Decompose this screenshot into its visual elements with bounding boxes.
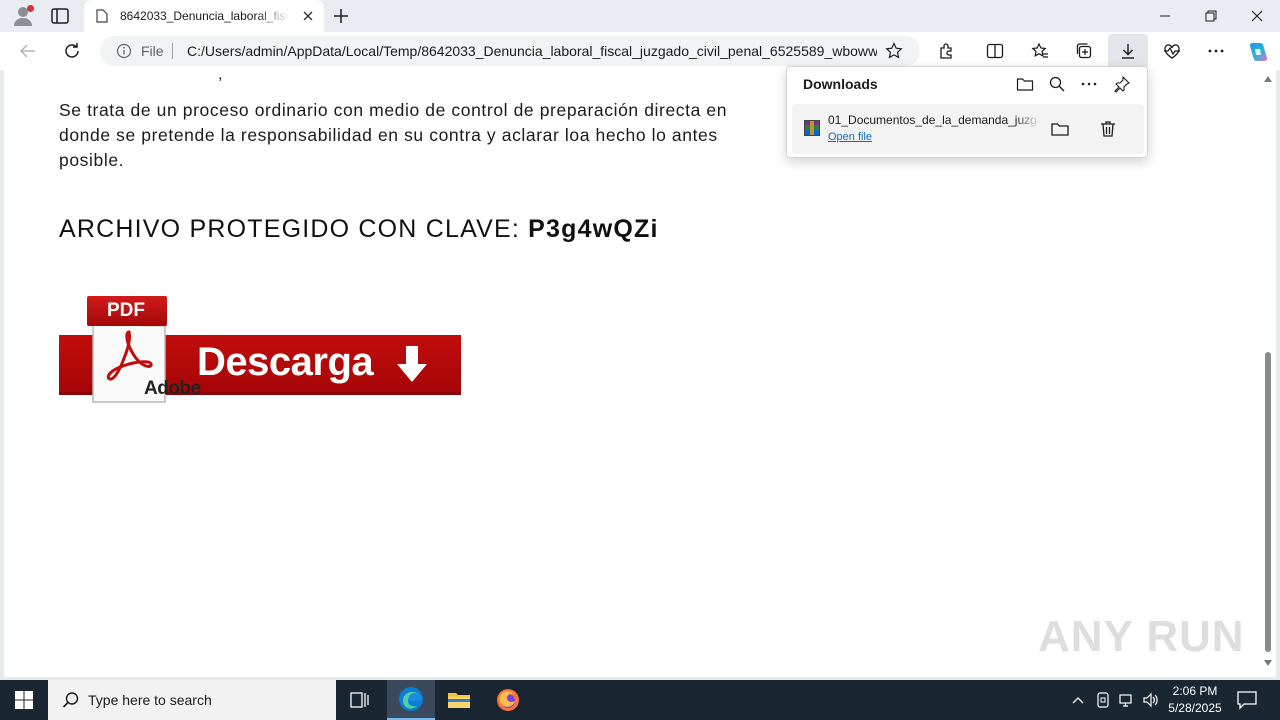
password-line: ARCHIVO PROTEGIDO CON CLAVE: P3g4wQZi	[59, 215, 659, 244]
pdf-download-banner[interactable]: Descarga PDF Adobe	[59, 292, 461, 408]
page-scrollbar[interactable]	[1260, 70, 1276, 677]
document-icon	[96, 9, 108, 23]
password-value: P3g4wQZi	[528, 215, 659, 243]
download-filename: 01_Documentos_de_la_demanda_juzgado	[828, 113, 1040, 127]
archive-file-icon	[804, 120, 820, 136]
network-icon	[1119, 694, 1132, 707]
pdf-document-icon: PDF Adobe	[85, 292, 201, 406]
divider	[172, 43, 173, 59]
trash-icon[interactable]	[1098, 119, 1118, 139]
notification-icon[interactable]	[1236, 690, 1258, 710]
collections-icon	[1076, 43, 1092, 59]
browser-essentials-button[interactable]	[1162, 41, 1182, 61]
download-icon	[1122, 44, 1134, 59]
downloads-panel: Downloads 01_Documentos_de_la_demanda_ju…	[786, 66, 1148, 158]
windows-logo-icon	[15, 691, 33, 709]
pin-icon[interactable]	[1113, 75, 1131, 93]
back-button[interactable]	[18, 41, 38, 61]
open-file-link[interactable]: Open file	[828, 131, 872, 143]
info-icon[interactable]	[116, 43, 132, 59]
password-label: ARCHIVO PROTEGIDO CON CLAVE:	[59, 215, 520, 243]
show-in-folder-icon[interactable]	[1050, 119, 1070, 139]
close-window-button[interactable]	[1234, 0, 1280, 32]
taskbar-search[interactable]: Type here to search	[48, 680, 336, 720]
favorites-icon	[1031, 42, 1048, 58]
clock-date: 5/28/2025	[1168, 701, 1222, 715]
taskbar-firefox[interactable]	[484, 680, 532, 720]
tab-title: 8642033_Denuncia_laboral_fiscal_juzgado_…	[120, 9, 290, 23]
page-content: , Se trata de un proceso ordinario con m…	[4, 70, 1260, 677]
tray-volume-button[interactable]	[1141, 690, 1161, 710]
pdf-label: PDF	[107, 300, 145, 321]
restore-button[interactable]	[1188, 0, 1234, 32]
favorites-button[interactable]	[1030, 41, 1050, 61]
chevron-up-icon	[1072, 697, 1084, 704]
title-bar: 8642033_Denuncia_laboral_fiscal_juzgado_…	[0, 0, 1280, 32]
down-arrow-icon	[397, 346, 427, 382]
back-icon	[19, 44, 35, 58]
tray-device-button[interactable]	[1093, 690, 1113, 710]
search-icon	[62, 692, 79, 708]
close-icon	[1251, 10, 1263, 22]
more-button[interactable]	[1206, 41, 1226, 61]
show-hidden-icons-button[interactable]	[1068, 690, 1088, 710]
taskbar-edge[interactable]	[387, 680, 435, 720]
description-paragraph: Se trata de un proceso ordinario con med…	[59, 100, 728, 170]
profile-alert-badge	[27, 5, 34, 12]
extensions-icon	[940, 43, 952, 59]
download-item[interactable]: 01_Documentos_de_la_demanda_juzgado Open…	[792, 104, 1144, 154]
extensions-button[interactable]	[937, 41, 957, 61]
minimize-icon	[1160, 15, 1170, 17]
taskbar-file-explorer[interactable]	[435, 680, 483, 720]
taskbar: Type here to search 2:06 PM 5/28/2025	[0, 680, 1280, 720]
scroll-down-icon[interactable]	[1264, 660, 1272, 666]
plus-icon[interactable]	[332, 7, 350, 25]
split-screen-icon	[986, 43, 1004, 59]
url-text[interactable]: C:/Users/admin/AppData/Local/Temp/864203…	[187, 43, 877, 59]
browser-essentials-icon	[1164, 44, 1180, 59]
search-icon[interactable]	[1048, 75, 1066, 93]
folder-icon[interactable]	[1016, 75, 1034, 93]
task-view-button[interactable]	[336, 680, 384, 720]
browser-toolbar: File C:/Users/admin/AppData/Local/Temp/8…	[0, 32, 1280, 70]
minimize-button[interactable]	[1142, 0, 1188, 32]
folder-icon	[448, 693, 470, 708]
restore-icon	[1205, 10, 1217, 22]
refresh-button[interactable]	[62, 41, 82, 61]
copilot-icon[interactable]	[1246, 41, 1268, 63]
close-icon[interactable]	[300, 8, 316, 24]
task-view-icon	[350, 692, 369, 708]
volume-icon	[1143, 692, 1158, 708]
tab-actions-icon[interactable]	[50, 7, 70, 25]
star-icon[interactable]	[885, 42, 903, 60]
adobe-label: Adobe	[144, 378, 201, 399]
downloads-title: Downloads	[803, 76, 878, 92]
scheme-label: File	[141, 43, 164, 59]
collections-button[interactable]	[1074, 41, 1094, 61]
download-label: Descarga	[197, 340, 374, 384]
tray-network-button[interactable]	[1117, 690, 1137, 710]
edge-icon	[399, 687, 423, 711]
browser-tab[interactable]: 8642033_Denuncia_laboral_fiscal_juzgado_…	[84, 0, 324, 32]
more-icon[interactable]	[1080, 75, 1098, 93]
scroll-up-icon[interactable]	[1264, 76, 1272, 82]
taskbar-clock[interactable]: 2:06 PM 5/28/2025	[1162, 683, 1228, 717]
more-icon	[1208, 49, 1224, 53]
clock-time: 2:06 PM	[1172, 684, 1218, 698]
address-bar[interactable]: File C:/Users/admin/AppData/Local/Temp/8…	[100, 36, 920, 66]
search-placeholder: Type here to search	[88, 692, 212, 708]
clipped-text-fragment: ,	[218, 70, 223, 83]
refresh-icon	[65, 43, 79, 58]
device-icon	[1097, 692, 1109, 708]
downloads-button[interactable]	[1108, 34, 1148, 68]
start-button[interactable]	[0, 680, 48, 720]
scrollbar-thumb[interactable]	[1265, 352, 1271, 652]
anyrun-watermark: ANY RUN	[1038, 612, 1245, 661]
split-screen-button[interactable]	[985, 41, 1005, 61]
firefox-icon	[497, 689, 519, 711]
